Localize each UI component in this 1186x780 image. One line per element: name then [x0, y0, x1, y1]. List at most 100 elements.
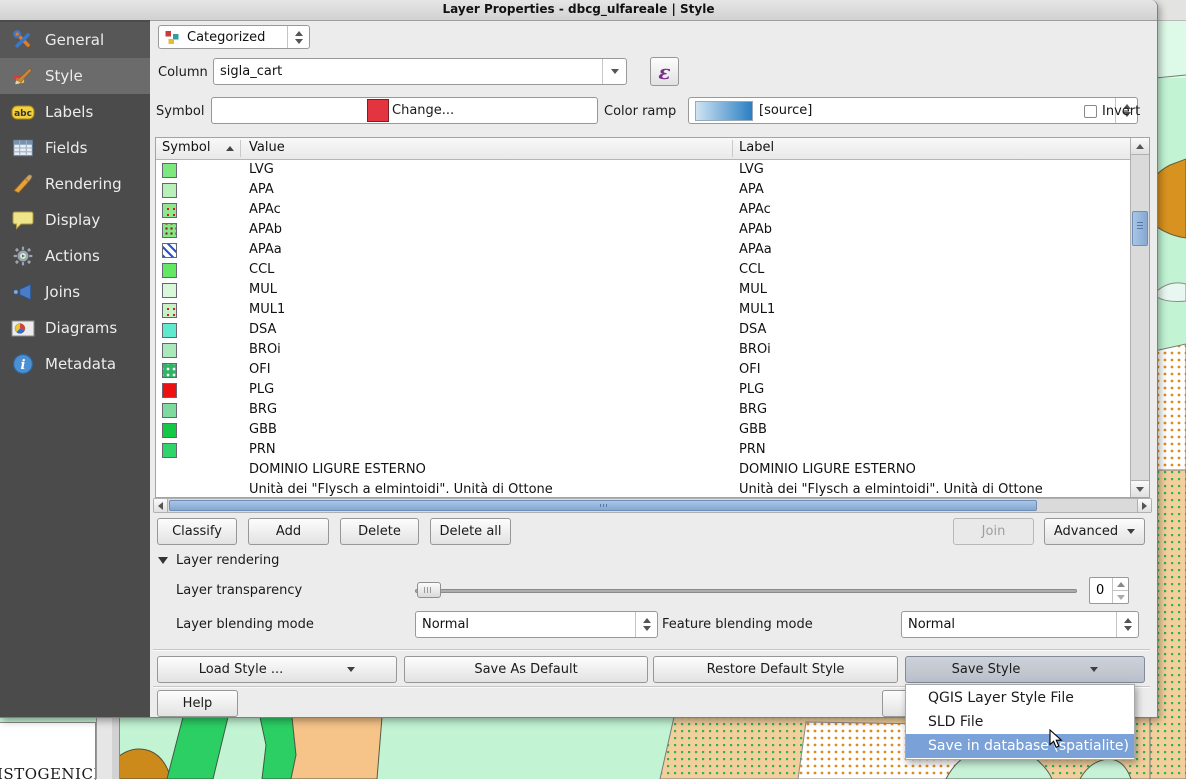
- table-row[interactable]: APAa APAa: [156, 241, 1131, 261]
- horizontal-scrollbar[interactable]: [153, 498, 1152, 513]
- layer-blending-label: Layer blending mode: [176, 617, 314, 632]
- layer-blending-select[interactable]: Normal: [415, 611, 658, 638]
- menu-item[interactable]: SLD File: [906, 710, 1134, 734]
- scroll-left-icon[interactable]: [154, 499, 168, 512]
- speech-bubble-icon: [11, 208, 35, 232]
- category-label: PLG: [739, 382, 764, 397]
- table-row[interactable]: LVGLVG: [156, 161, 1131, 181]
- legend-scrollbar[interactable]: [96, 717, 120, 779]
- sidebar-item-label: General: [45, 31, 104, 49]
- chevron-down-icon[interactable]: [602, 59, 626, 84]
- table-header[interactable]: Symbol Value Label: [156, 138, 1149, 160]
- info-icon: i: [11, 352, 35, 376]
- column-header-symbol[interactable]: Symbol: [162, 140, 210, 155]
- dialog-titlebar[interactable]: Layer Properties - dbcg_ulfareale | Styl…: [0, 0, 1157, 21]
- table-row[interactable]: DSADSA: [156, 321, 1131, 341]
- add-button[interactable]: Add: [248, 518, 329, 545]
- transparency-slider-handle[interactable]: [417, 582, 441, 598]
- sidebar-item-display[interactable]: Display: [0, 202, 150, 238]
- categorized-icon: [165, 30, 180, 45]
- table-row[interactable]: BROiBROi: [156, 341, 1131, 361]
- spin-down-icon[interactable]: [1113, 591, 1128, 603]
- category-label: DOMINIO LIGURE ESTERNO: [739, 462, 916, 477]
- category-label: OFI: [739, 362, 761, 377]
- menu-item[interactable]: Save in database (spatialite): [906, 734, 1134, 758]
- color-ramp-select[interactable]: [source]: [688, 97, 1138, 124]
- chevron-down-icon: [1127, 529, 1135, 534]
- expression-builder-button[interactable]: ε: [650, 57, 679, 86]
- collapse-triangle-icon[interactable]: [158, 557, 168, 564]
- feature-blending-select[interactable]: Normal: [901, 611, 1139, 638]
- sidebar-item-rendering[interactable]: Rendering: [0, 166, 150, 202]
- table-row[interactable]: APAcAPAc: [156, 201, 1131, 221]
- horizontal-scrollbar-thumb[interactable]: [169, 500, 1037, 511]
- category-label: BRG: [739, 402, 767, 417]
- invert-checkbox[interactable]: [1084, 105, 1097, 118]
- color-ramp-value: [source]: [759, 103, 812, 118]
- renderer-type-select[interactable]: Categorized: [158, 25, 310, 49]
- table-row[interactable]: BRGBRG: [156, 401, 1131, 421]
- sidebar-item-actions[interactable]: Actions: [0, 238, 150, 274]
- sidebar-item-label: Actions: [45, 247, 100, 265]
- table-row[interactable]: Unità dei "Flysch a elmintoidi". Unità d…: [156, 481, 1131, 497]
- category-value: MUL: [249, 282, 277, 297]
- scroll-down-icon[interactable]: [1131, 480, 1149, 497]
- sidebar-item-general[interactable]: General: [0, 22, 150, 58]
- symbol-change-label: Change...: [392, 103, 454, 118]
- column-header-value[interactable]: Value: [249, 140, 285, 155]
- transparency-slider[interactable]: [415, 589, 1077, 593]
- save-as-default-button[interactable]: Save As Default: [404, 656, 648, 683]
- advanced-button[interactable]: Advanced: [1044, 518, 1145, 545]
- delete-all-button[interactable]: Delete all: [430, 518, 511, 545]
- scroll-up-icon[interactable]: [1131, 138, 1149, 155]
- category-value: DOMINIO LIGURE ESTERNO: [249, 462, 426, 477]
- category-value: MUL1: [249, 302, 285, 317]
- save-style-button[interactable]: Save Style: [905, 656, 1145, 683]
- sidebar-item-fields[interactable]: Fields: [0, 130, 150, 166]
- table-row[interactable]: MUL1MUL1: [156, 301, 1131, 321]
- table-row[interactable]: OFIOFI: [156, 361, 1131, 381]
- renderer-type-value: Categorized: [187, 30, 265, 45]
- sidebar-item-metadata[interactable]: iMetadata: [0, 346, 150, 382]
- chevron-down-icon: [347, 667, 355, 672]
- sidebar-item-joins[interactable]: Joins: [0, 274, 150, 310]
- abc-tag-icon: abc: [11, 100, 35, 124]
- table-row[interactable]: APAAPA: [156, 181, 1131, 201]
- scroll-right-icon[interactable]: [1137, 499, 1151, 512]
- column-header-label[interactable]: Label: [739, 140, 774, 155]
- category-value: APAa: [249, 242, 282, 257]
- category-label: APAa: [739, 242, 772, 257]
- table-row[interactable]: GBBGBB: [156, 421, 1131, 441]
- sidebar-item-style[interactable]: Style: [0, 58, 150, 94]
- vertical-scrollbar[interactable]: [1130, 138, 1149, 497]
- table-row[interactable]: DOMINIO LIGURE ESTERNO DOMINIO LIGURE EST…: [156, 461, 1131, 481]
- delete-button[interactable]: Delete: [340, 518, 419, 545]
- category-value: GBB: [249, 422, 277, 437]
- table-row[interactable]: MULMUL: [156, 281, 1131, 301]
- legend-panel: ISTOGENICI: [0, 722, 96, 780]
- symbol-change-button[interactable]: Change...: [211, 97, 598, 124]
- spin-up-icon[interactable]: [1113, 578, 1128, 591]
- menu-item[interactable]: QGIS Layer Style File: [906, 686, 1134, 710]
- table-row[interactable]: PLGPLG: [156, 381, 1131, 401]
- category-symbol-swatch: [162, 403, 177, 418]
- help-button[interactable]: Help: [157, 690, 238, 717]
- transparency-spinbox[interactable]: 0: [1089, 577, 1129, 604]
- vertical-scrollbar-thumb[interactable]: [1132, 211, 1148, 246]
- column-combobox[interactable]: sigla_cart: [213, 58, 627, 85]
- restore-default-style-button[interactable]: Restore Default Style: [653, 656, 898, 683]
- table-row[interactable]: PRNPRN: [156, 441, 1131, 461]
- category-value: Unità dei "Flysch a elmintoidi". Unità d…: [249, 482, 553, 497]
- sidebar-item-diagrams[interactable]: Diagrams: [0, 310, 150, 346]
- column-label: Column: [158, 65, 208, 80]
- color-ramp-label: Color ramp: [604, 104, 676, 119]
- sidebar-item-labels[interactable]: abcLabels: [0, 94, 150, 130]
- symbol-preview-swatch: [367, 99, 389, 122]
- table-row[interactable]: APAbAPAb: [156, 221, 1131, 241]
- classify-button[interactable]: Classify: [157, 518, 237, 545]
- category-label: LVG: [739, 162, 764, 177]
- load-style-button[interactable]: Load Style ...: [157, 656, 397, 683]
- sidebar-item-label: Fields: [45, 139, 87, 157]
- table-row[interactable]: CCLCCL: [156, 261, 1131, 281]
- renderer-spinner[interactable]: [287, 26, 309, 48]
